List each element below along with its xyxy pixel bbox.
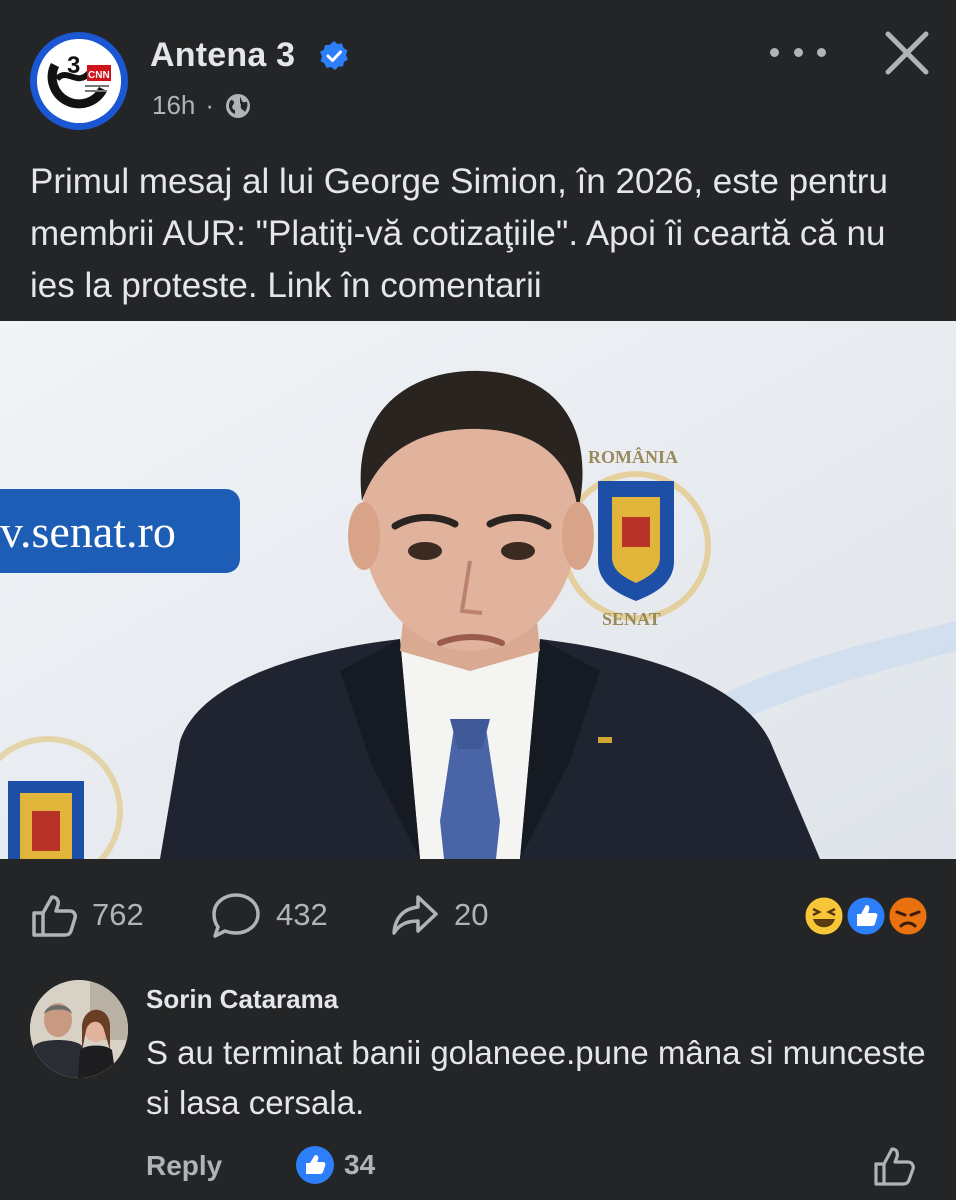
comment-button[interactable]: 432 [210, 880, 328, 950]
verified-badge-icon [320, 41, 348, 70]
share-arrow-icon [392, 895, 438, 935]
svg-text:3: 3 [67, 52, 80, 79]
globe-icon [226, 93, 251, 118]
page-avatar[interactable]: 3 CNN [30, 32, 128, 130]
comment-count: 432 [276, 897, 328, 932]
haha-icon [802, 894, 846, 938]
meta-separator: · [205, 90, 215, 120]
press-conference-photo: v.senat.ro ROMÂNIA SENAT [0, 321, 956, 859]
post-text: Primul mesaj al lui George Simion, în 20… [30, 162, 888, 305]
comment-bubble-icon [212, 893, 260, 938]
antena3-logo-icon: 3 CNN [37, 39, 121, 123]
banner-text: v.senat.ro [0, 506, 176, 557]
post-meta: 16h · [152, 90, 252, 121]
comment-like-count: 34 [344, 1149, 376, 1180]
share-count: 20 [454, 897, 489, 932]
post-photo[interactable]: v.senat.ro ROMÂNIA SENAT [0, 321, 956, 859]
dot-icon [793, 47, 803, 57]
reply-button[interactable]: Reply [146, 1150, 222, 1182]
more-options-button[interactable] [770, 36, 826, 68]
comment-like-button-icon[interactable] [872, 1144, 916, 1188]
like-icon [844, 894, 888, 938]
reaction-icons[interactable] [802, 894, 932, 938]
post-header: 3 CNN Antena 3 16h · [0, 0, 956, 140]
emblem-top-text: ROMÂNIA [588, 446, 678, 467]
dot-icon [770, 47, 779, 57]
post-stats-bar: 762 432 20 [0, 880, 956, 950]
like-badge-icon [296, 1146, 334, 1184]
avatar-photo-icon [30, 980, 128, 1078]
emblem-bottom-text: SENAT [602, 609, 661, 629]
page-name[interactable]: Antena 3 [150, 36, 295, 75]
close-icon[interactable] [884, 30, 930, 76]
comment-text: S au terminat banii golaneee.pune mâna s… [146, 1034, 926, 1121]
commenter-name[interactable]: Sorin Catarama [146, 984, 338, 1015]
share-button[interactable]: 20 [390, 880, 488, 950]
like-count: 762 [92, 897, 144, 932]
thumbs-up-icon [32, 895, 77, 937]
post-time[interactable]: 16h [152, 90, 195, 121]
dot-icon [817, 47, 826, 57]
commenter-avatar[interactable] [30, 980, 128, 1078]
logo-text: CNN [88, 70, 110, 81]
angry-icon [886, 894, 930, 938]
comment-reactions[interactable]: 34 [296, 1146, 375, 1184]
like-button[interactable]: 762 [30, 880, 144, 950]
